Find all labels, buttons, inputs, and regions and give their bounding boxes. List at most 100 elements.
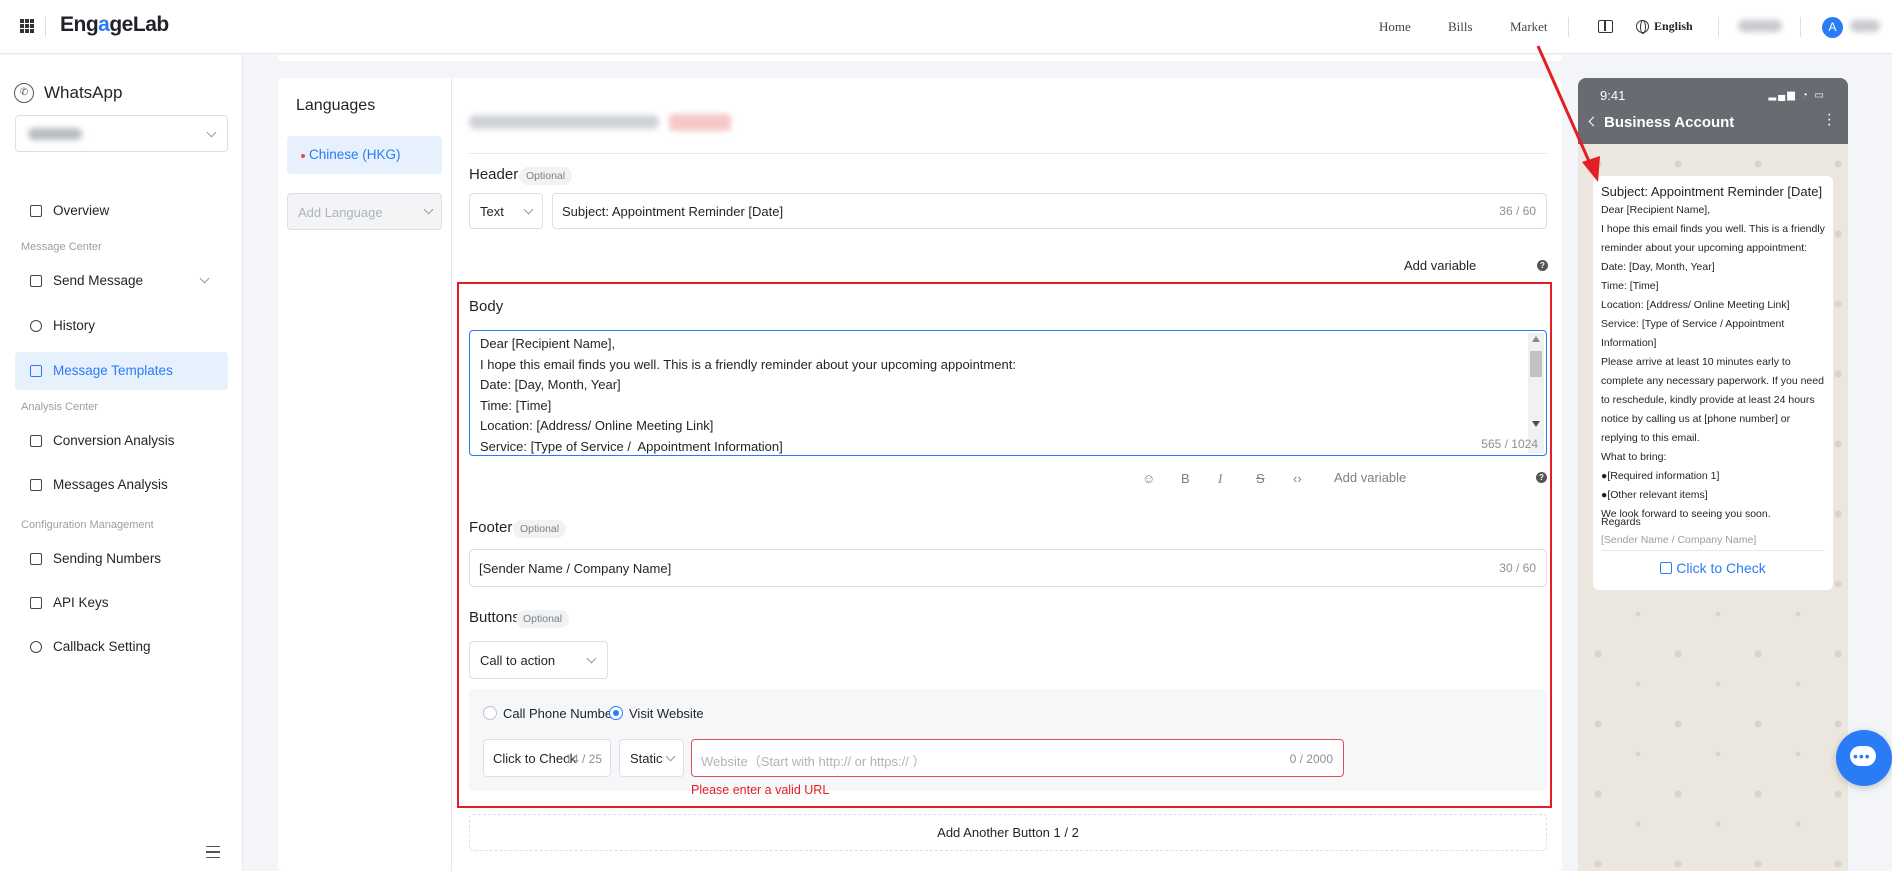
sidebar-item-sending-numbers[interactable]: Sending Numbers bbox=[15, 540, 228, 578]
sidebar-item-label: Sending Numbers bbox=[53, 551, 162, 566]
scroll-up-icon[interactable] bbox=[1532, 336, 1540, 342]
sidebar-item-label: Message Templates bbox=[53, 363, 173, 378]
sidebar-item-callback-setting[interactable]: Callback Setting bbox=[15, 628, 228, 666]
header-text-input[interactable]: Subject: Appointment Reminder [Date] 36 … bbox=[552, 193, 1547, 229]
button-type-select[interactable]: Call to action bbox=[469, 641, 608, 679]
header-label: Header bbox=[469, 166, 519, 183]
lock-icon bbox=[30, 597, 42, 609]
collapse-sidebar-icon[interactable] bbox=[206, 846, 220, 858]
phone-header: 9:41 ▂▄▆ ◔ ▭ Business Account · · · bbox=[1578, 78, 1848, 144]
header-add-variable-link[interactable]: Add variable bbox=[1404, 258, 1476, 273]
chevron-down-icon bbox=[523, 204, 534, 215]
preview-line: Service: [Type of Service / Appointment bbox=[1601, 318, 1785, 330]
preview-cta-button[interactable]: Click to Check bbox=[1593, 560, 1833, 576]
preview-line: reminder about your upcoming appointment… bbox=[1601, 242, 1808, 254]
chat-support-button[interactable] bbox=[1836, 730, 1892, 786]
sidebar-item-conversion-analysis[interactable]: Conversion Analysis bbox=[15, 422, 228, 460]
section-label: Analysis Center bbox=[21, 401, 99, 413]
website-url-count: 0 / 2000 bbox=[1289, 752, 1333, 766]
sidebar-item-history[interactable]: History bbox=[15, 307, 228, 345]
url-type-value: Static bbox=[630, 751, 663, 766]
body-line: Service: [Type of Service / Appointment … bbox=[480, 439, 783, 454]
edit-panel: Header Optional Text Subject: Appointmen… bbox=[453, 78, 1562, 871]
url-type-select[interactable]: Static bbox=[619, 739, 684, 777]
globe-icon[interactable] bbox=[1636, 20, 1649, 34]
chevron-down-icon bbox=[199, 273, 210, 284]
preview-line: replying to this email. bbox=[1601, 432, 1700, 444]
nav-bills[interactable]: Bills bbox=[1448, 19, 1473, 35]
apps-grid-icon[interactable] bbox=[20, 19, 34, 33]
preview-line-regards: Regards bbox=[1601, 516, 1641, 528]
business-account-title: Business Account bbox=[1604, 114, 1735, 131]
sidebar: ✆ WhatsApp Overview Message Center Send … bbox=[0, 55, 243, 871]
sidebar-item-api-keys[interactable]: API Keys bbox=[15, 584, 228, 622]
url-error-message: Please enter a valid URL bbox=[691, 783, 830, 797]
footer-text-input[interactable]: [Sender Name / Company Name] 30 / 60 bbox=[469, 549, 1547, 587]
radio-call-phone-label[interactable]: Call Phone Number bbox=[503, 706, 616, 721]
languages-panel: Languages Chinese (HKG) Add Language bbox=[278, 78, 452, 871]
message-bubble: Subject: Appointment Reminder [Date] Dea… bbox=[1593, 176, 1833, 590]
chevron-down-icon bbox=[586, 653, 597, 664]
radio-visit-website[interactable] bbox=[609, 706, 623, 720]
top-card-strip bbox=[278, 55, 1562, 61]
body-line: Time: [Time] bbox=[480, 398, 552, 413]
sidebar-item-messages-analysis[interactable]: Messages Analysis bbox=[15, 466, 228, 504]
radio-visit-website-label[interactable]: Visit Website bbox=[629, 706, 704, 721]
sidebar-item-label: API Keys bbox=[53, 595, 109, 610]
help-icon[interactable]: ? bbox=[1537, 260, 1548, 271]
whatsapp-preview: 9:41 ▂▄▆ ◔ ▭ Business Account · · · Subjec… bbox=[1578, 78, 1848, 871]
preview-line: I hope this email finds you well. This i… bbox=[1601, 223, 1825, 235]
external-link-icon bbox=[1660, 562, 1673, 574]
scroll-down-icon[interactable] bbox=[1532, 421, 1540, 427]
sidebar-item-label: History bbox=[53, 318, 96, 333]
strikethrough-icon[interactable]: S bbox=[1256, 471, 1265, 486]
preview-line: Information] bbox=[1601, 337, 1657, 349]
button-config-panel: Call Phone Number Visit Website Click to… bbox=[469, 689, 1547, 797]
add-language-select[interactable]: Add Language bbox=[287, 193, 442, 230]
sidebar-item-send-message[interactable]: Send Message bbox=[15, 262, 228, 300]
language-switcher[interactable]: English bbox=[1654, 19, 1693, 34]
header-type-select[interactable]: Text bbox=[469, 193, 543, 229]
body-label: Body bbox=[469, 298, 504, 315]
body-textarea[interactable]: Dear [Recipient Name], I hope this email… bbox=[469, 330, 1547, 456]
language-item-chinese-hkg[interactable]: Chinese (HKG) bbox=[287, 136, 442, 174]
app-title: WhatsApp bbox=[44, 83, 123, 102]
sidebar-item-overview[interactable]: Overview bbox=[15, 192, 228, 230]
whatsapp-icon: ✆ bbox=[14, 83, 34, 103]
account-info[interactable] bbox=[1738, 20, 1782, 32]
header-text-value: Subject: Appointment Reminder [Date] bbox=[562, 204, 784, 219]
website-url-input[interactable]: Website（Start with http:// or https:// ）… bbox=[691, 739, 1344, 777]
emoji-icon[interactable]: ☺ bbox=[1142, 471, 1155, 486]
button-text-input[interactable]: Click to Check 14 / 25 bbox=[483, 739, 611, 777]
scrollbar-thumb[interactable] bbox=[1530, 351, 1542, 377]
preview-line: complete any necessary paperwork. If you… bbox=[1601, 375, 1824, 387]
italic-icon[interactable]: I bbox=[1218, 471, 1222, 487]
code-icon[interactable]: ‹› bbox=[1293, 471, 1302, 486]
help-icon[interactable]: ? bbox=[1536, 472, 1547, 483]
preview-line: What to bring: bbox=[1601, 451, 1667, 463]
add-another-button[interactable]: Add Another Button 1 / 2 bbox=[469, 814, 1547, 851]
optional-tag: Optional bbox=[519, 167, 573, 185]
history-icon bbox=[30, 320, 42, 332]
chevron-down-icon bbox=[665, 751, 676, 762]
divider bbox=[469, 153, 1547, 154]
buttons-label: Buttons bbox=[469, 609, 520, 626]
user-avatar-icon[interactable]: A bbox=[1822, 17, 1843, 38]
body-add-variable-link[interactable]: Add variable bbox=[1334, 470, 1406, 485]
sidebar-item-message-templates[interactable]: Message Templates bbox=[15, 352, 228, 390]
engagelab-logo[interactable]: EngageLab bbox=[60, 13, 169, 37]
radio-call-phone[interactable] bbox=[483, 706, 497, 720]
status-icons: ▂▄▆ ◔ ▭ bbox=[1768, 90, 1826, 101]
header-type-value: Text bbox=[480, 204, 504, 219]
preview-line: notice by calling us at [phone number] o… bbox=[1601, 413, 1791, 425]
phone-time: 9:41 bbox=[1600, 88, 1626, 103]
nav-home[interactable]: Home bbox=[1379, 19, 1411, 35]
nav-market[interactable]: Market bbox=[1510, 19, 1548, 35]
sidebar-item-label: Messages Analysis bbox=[53, 477, 168, 492]
bold-icon[interactable]: B bbox=[1181, 471, 1190, 486]
sidebar-item-label: Send Message bbox=[53, 273, 144, 288]
account-select[interactable] bbox=[15, 115, 228, 152]
docs-icon[interactable] bbox=[1598, 20, 1613, 33]
body-line: I hope this email finds you well. This i… bbox=[480, 357, 1016, 372]
user-name[interactable] bbox=[1850, 20, 1880, 32]
